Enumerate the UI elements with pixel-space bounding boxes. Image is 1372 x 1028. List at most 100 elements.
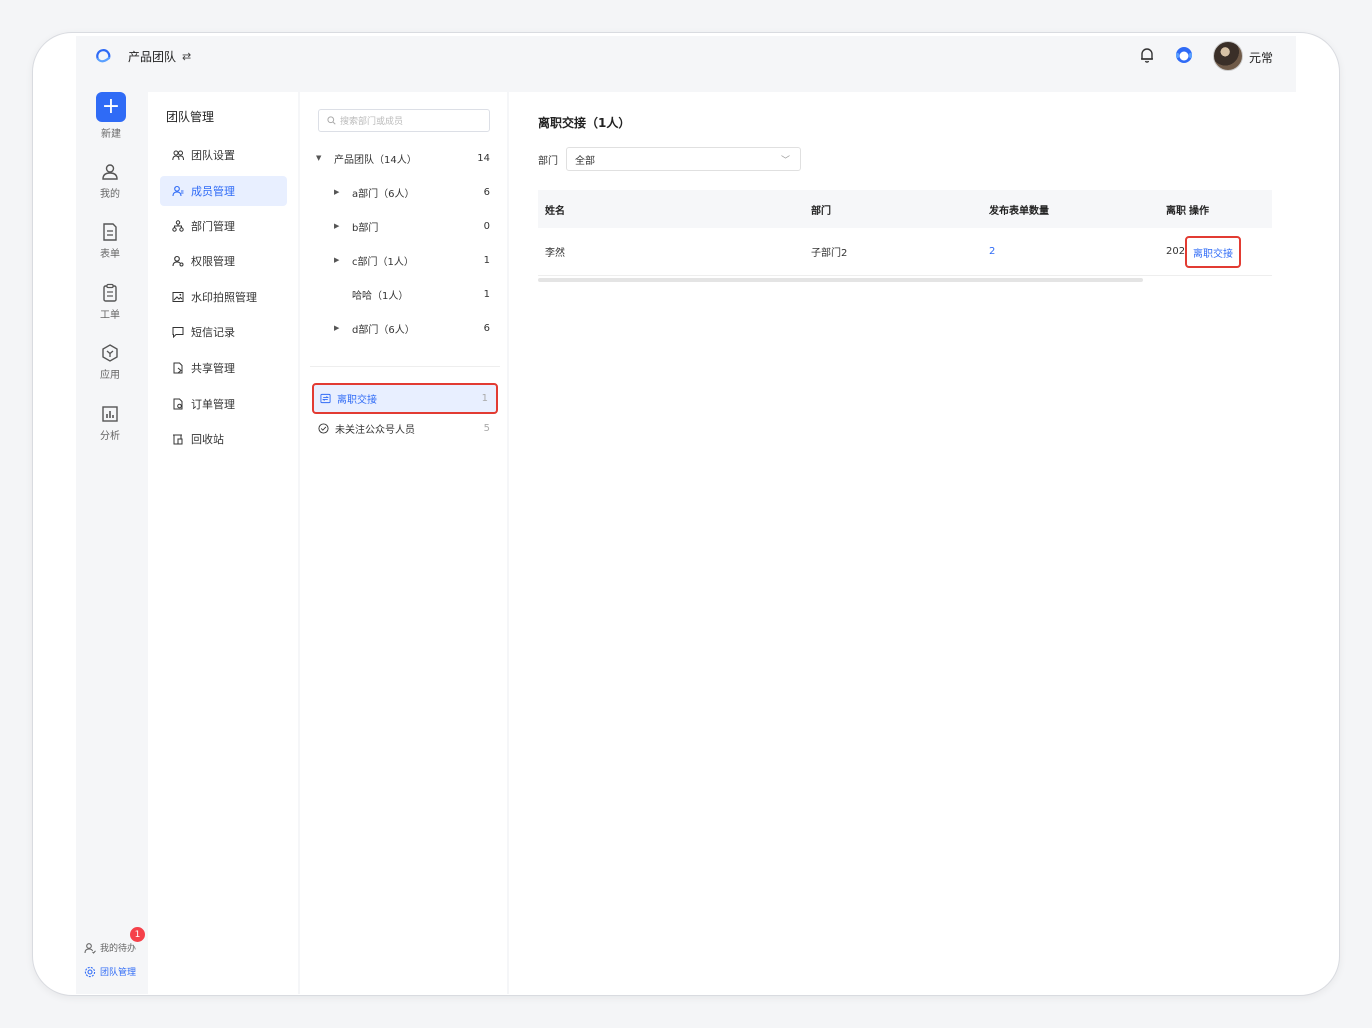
team-manage-label: 团队管理 [100,968,137,978]
tree-node-count: 6 [483,322,490,334]
tree-node-label: b部门 [352,222,379,234]
todo-label: 我的待办 [100,944,137,954]
department-filter-select[interactable]: 全部 ﹀ [566,147,801,171]
filter-label: 部门 [538,156,558,167]
gear-icon [84,966,96,977]
clipboard-icon [103,283,117,302]
customer-service-icon[interactable] [1174,45,1194,65]
top-bar [76,36,1296,90]
tree-node-haha[interactable]: 哈哈（1人） 1 [316,284,492,304]
member-icon [172,185,184,197]
menu-title: 团队管理 [166,110,215,124]
tree-node-label: c部门（1人） [352,256,414,268]
avatar[interactable] [1213,41,1243,71]
rail-item-label: 工单 [100,310,120,321]
column-header-name: 姓名 [545,205,565,217]
search-input[interactable]: 搜索部门或成员 [318,109,490,132]
rail-item-form[interactable]: 表单 [76,222,144,260]
user-check-icon [84,942,96,954]
new-button[interactable]: + [96,92,126,122]
check-circle-icon [318,422,329,434]
resignation-handover-item[interactable]: 离职交接 1 [312,383,498,414]
menu-item-orders[interactable]: 订单管理 [160,389,287,419]
share-file-icon [173,362,183,374]
handover-icon [320,393,331,404]
menu-item-label: 订单管理 [191,398,235,411]
caret-down-icon[interactable]: ▼ [316,154,326,162]
tree-node-root[interactable]: ▼ 产品团队（14人） 14 [316,148,492,168]
cell-dept: 子部门2 [811,248,848,259]
menu-item-members[interactable]: 成员管理 [160,176,287,206]
swap-icon: ⇄ [182,50,192,63]
tree-node-label: d部门（6人） [352,324,415,336]
rail-item-app[interactable]: 应用 [76,343,144,381]
rail-item-label: 表单 [100,249,120,260]
caret-right-icon[interactable]: ▶ [334,188,344,196]
handover-action-link[interactable]: 离职交接 [1185,236,1241,268]
tree-divider [310,366,500,367]
table-horizontal-scrollbar[interactable] [538,278,1143,282]
rail-item-todo[interactable]: 我的待办 [84,941,136,954]
menu-item-departments[interactable]: 部门管理 [160,211,287,241]
order-file-icon [173,398,183,410]
tree-node-d[interactable]: ▶ d部门（6人） 6 [316,318,492,338]
tree-node-count: 14 [477,152,490,164]
rail-item-label: 分析 [100,431,120,442]
user-icon [102,164,118,180]
app-logo-icon [96,49,111,63]
menu-item-label: 权限管理 [191,255,235,268]
team-name-label: 产品团队 [128,50,177,64]
menu-item-label: 共享管理 [191,362,235,375]
plus-icon: + [101,94,121,119]
org-chart-icon [172,220,184,232]
new-label: 新建 [101,129,121,140]
special-item-count: 1 [481,393,488,404]
bell-icon[interactable] [1138,46,1156,64]
username-label[interactable]: 元常 [1249,49,1273,66]
tree-node-count: 6 [483,186,490,198]
tree-node-count: 1 [483,288,490,300]
search-placeholder: 搜索部门或成员 [340,117,404,127]
unfollowed-members-item[interactable]: 未关注公众号人员 5 [312,414,498,442]
menu-item-team-settings[interactable]: 团队设置 [160,140,287,170]
tree-node-label: 产品团队（14人） [334,154,417,166]
caret-right-icon[interactable]: ▶ [334,324,344,332]
search-icon [327,116,336,125]
menu-item-watermark[interactable]: 水印拍照管理 [160,282,287,312]
menu-item-sms[interactable]: 短信记录 [160,317,287,347]
tree-node-count: 1 [483,254,490,266]
tree-node-c[interactable]: ▶ c部门（1人） 1 [316,250,492,270]
cell-resign-date: 202 [1166,246,1186,257]
hexagon-icon [102,344,118,362]
tree-node-count: 0 [483,220,490,232]
rail-item-mine[interactable]: 我的 [76,162,144,200]
rail-item-team-manage[interactable]: 团队管理 [84,965,136,978]
user-key-icon [172,255,184,267]
column-header-forms: 发布表单数量 [989,205,1049,217]
menu-item-permissions[interactable]: 权限管理 [160,246,287,276]
column-header-dept: 部门 [811,205,831,217]
menu-item-label: 短信记录 [191,326,235,339]
image-icon [172,292,184,302]
special-item-label: 未关注公众号人员 [335,424,415,436]
chevron-down-icon: ﹀ [780,155,790,166]
rail-item-analysis[interactable]: 分析 [76,404,144,442]
tree-node-label: 哈哈（1人） [352,290,409,302]
rail-item-label: 应用 [100,370,120,381]
tree-node-b[interactable]: ▶ b部门 0 [316,216,492,236]
tree-node-a[interactable]: ▶ a部门（6人） 6 [316,182,492,202]
menu-item-share[interactable]: 共享管理 [160,353,287,383]
menu-item-label: 团队设置 [191,149,235,162]
column-header-resign-date: 离职 [1166,205,1186,217]
caret-right-icon[interactable]: ▶ [334,222,344,230]
caret-right-icon[interactable]: ▶ [334,256,344,264]
cell-name: 李然 [545,248,565,259]
menu-item-recycle[interactable]: 回收站 [160,424,287,454]
rail-item-label: 我的 [100,189,120,200]
rail-item-ticket[interactable]: 工单 [76,283,144,321]
cell-forms-count[interactable]: 2 [989,228,995,275]
recycle-bin-icon [173,434,183,445]
chart-icon [102,406,118,422]
table-row: 李然 子部门2 2 202 [538,228,1272,276]
team-switcher[interactable]: 产品团队 ⇄ [128,48,191,65]
